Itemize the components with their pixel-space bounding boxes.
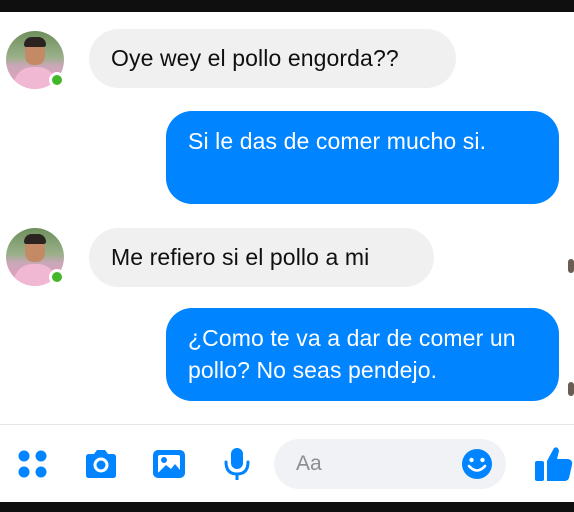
contact-avatar[interactable] <box>6 31 65 89</box>
camera-icon[interactable] <box>82 445 120 483</box>
contact-avatar[interactable] <box>6 228 65 286</box>
cropped-edge-marker <box>568 382 574 396</box>
message-bubble-outgoing[interactable]: Si le das de comer mucho si. <box>166 111 559 204</box>
message-composer: Aa <box>0 424 574 503</box>
online-status-indicator <box>49 269 65 285</box>
message-input-placeholder: Aa <box>296 452 322 475</box>
thumbs-up-icon[interactable] <box>532 443 574 485</box>
message-text: Oye wey el pollo engorda?? <box>111 45 399 71</box>
message-bubble-incoming[interactable]: Oye wey el pollo engorda?? <box>89 29 456 88</box>
message-text: Si le das de comer mucho si. <box>188 128 487 154</box>
microphone-icon[interactable] <box>218 445 256 483</box>
top-status-strip <box>0 0 574 12</box>
cropped-edge-marker <box>568 259 574 273</box>
message-bubble-outgoing[interactable]: ¿Como te va a dar de comer un pollo? No … <box>166 308 559 401</box>
bottom-strip <box>0 502 574 512</box>
message-input[interactable]: Aa <box>274 439 506 489</box>
more-apps-icon[interactable] <box>14 445 52 483</box>
message-bubble-incoming[interactable]: Me refiero si el pollo a mi <box>89 228 434 287</box>
emoji-icon[interactable] <box>460 447 494 481</box>
message-text: ¿Como te va a dar de comer un pollo? No … <box>188 325 516 383</box>
online-status-indicator <box>49 72 65 88</box>
gallery-icon[interactable] <box>150 445 188 483</box>
message-text: Me refiero si el pollo a mi <box>111 244 370 270</box>
